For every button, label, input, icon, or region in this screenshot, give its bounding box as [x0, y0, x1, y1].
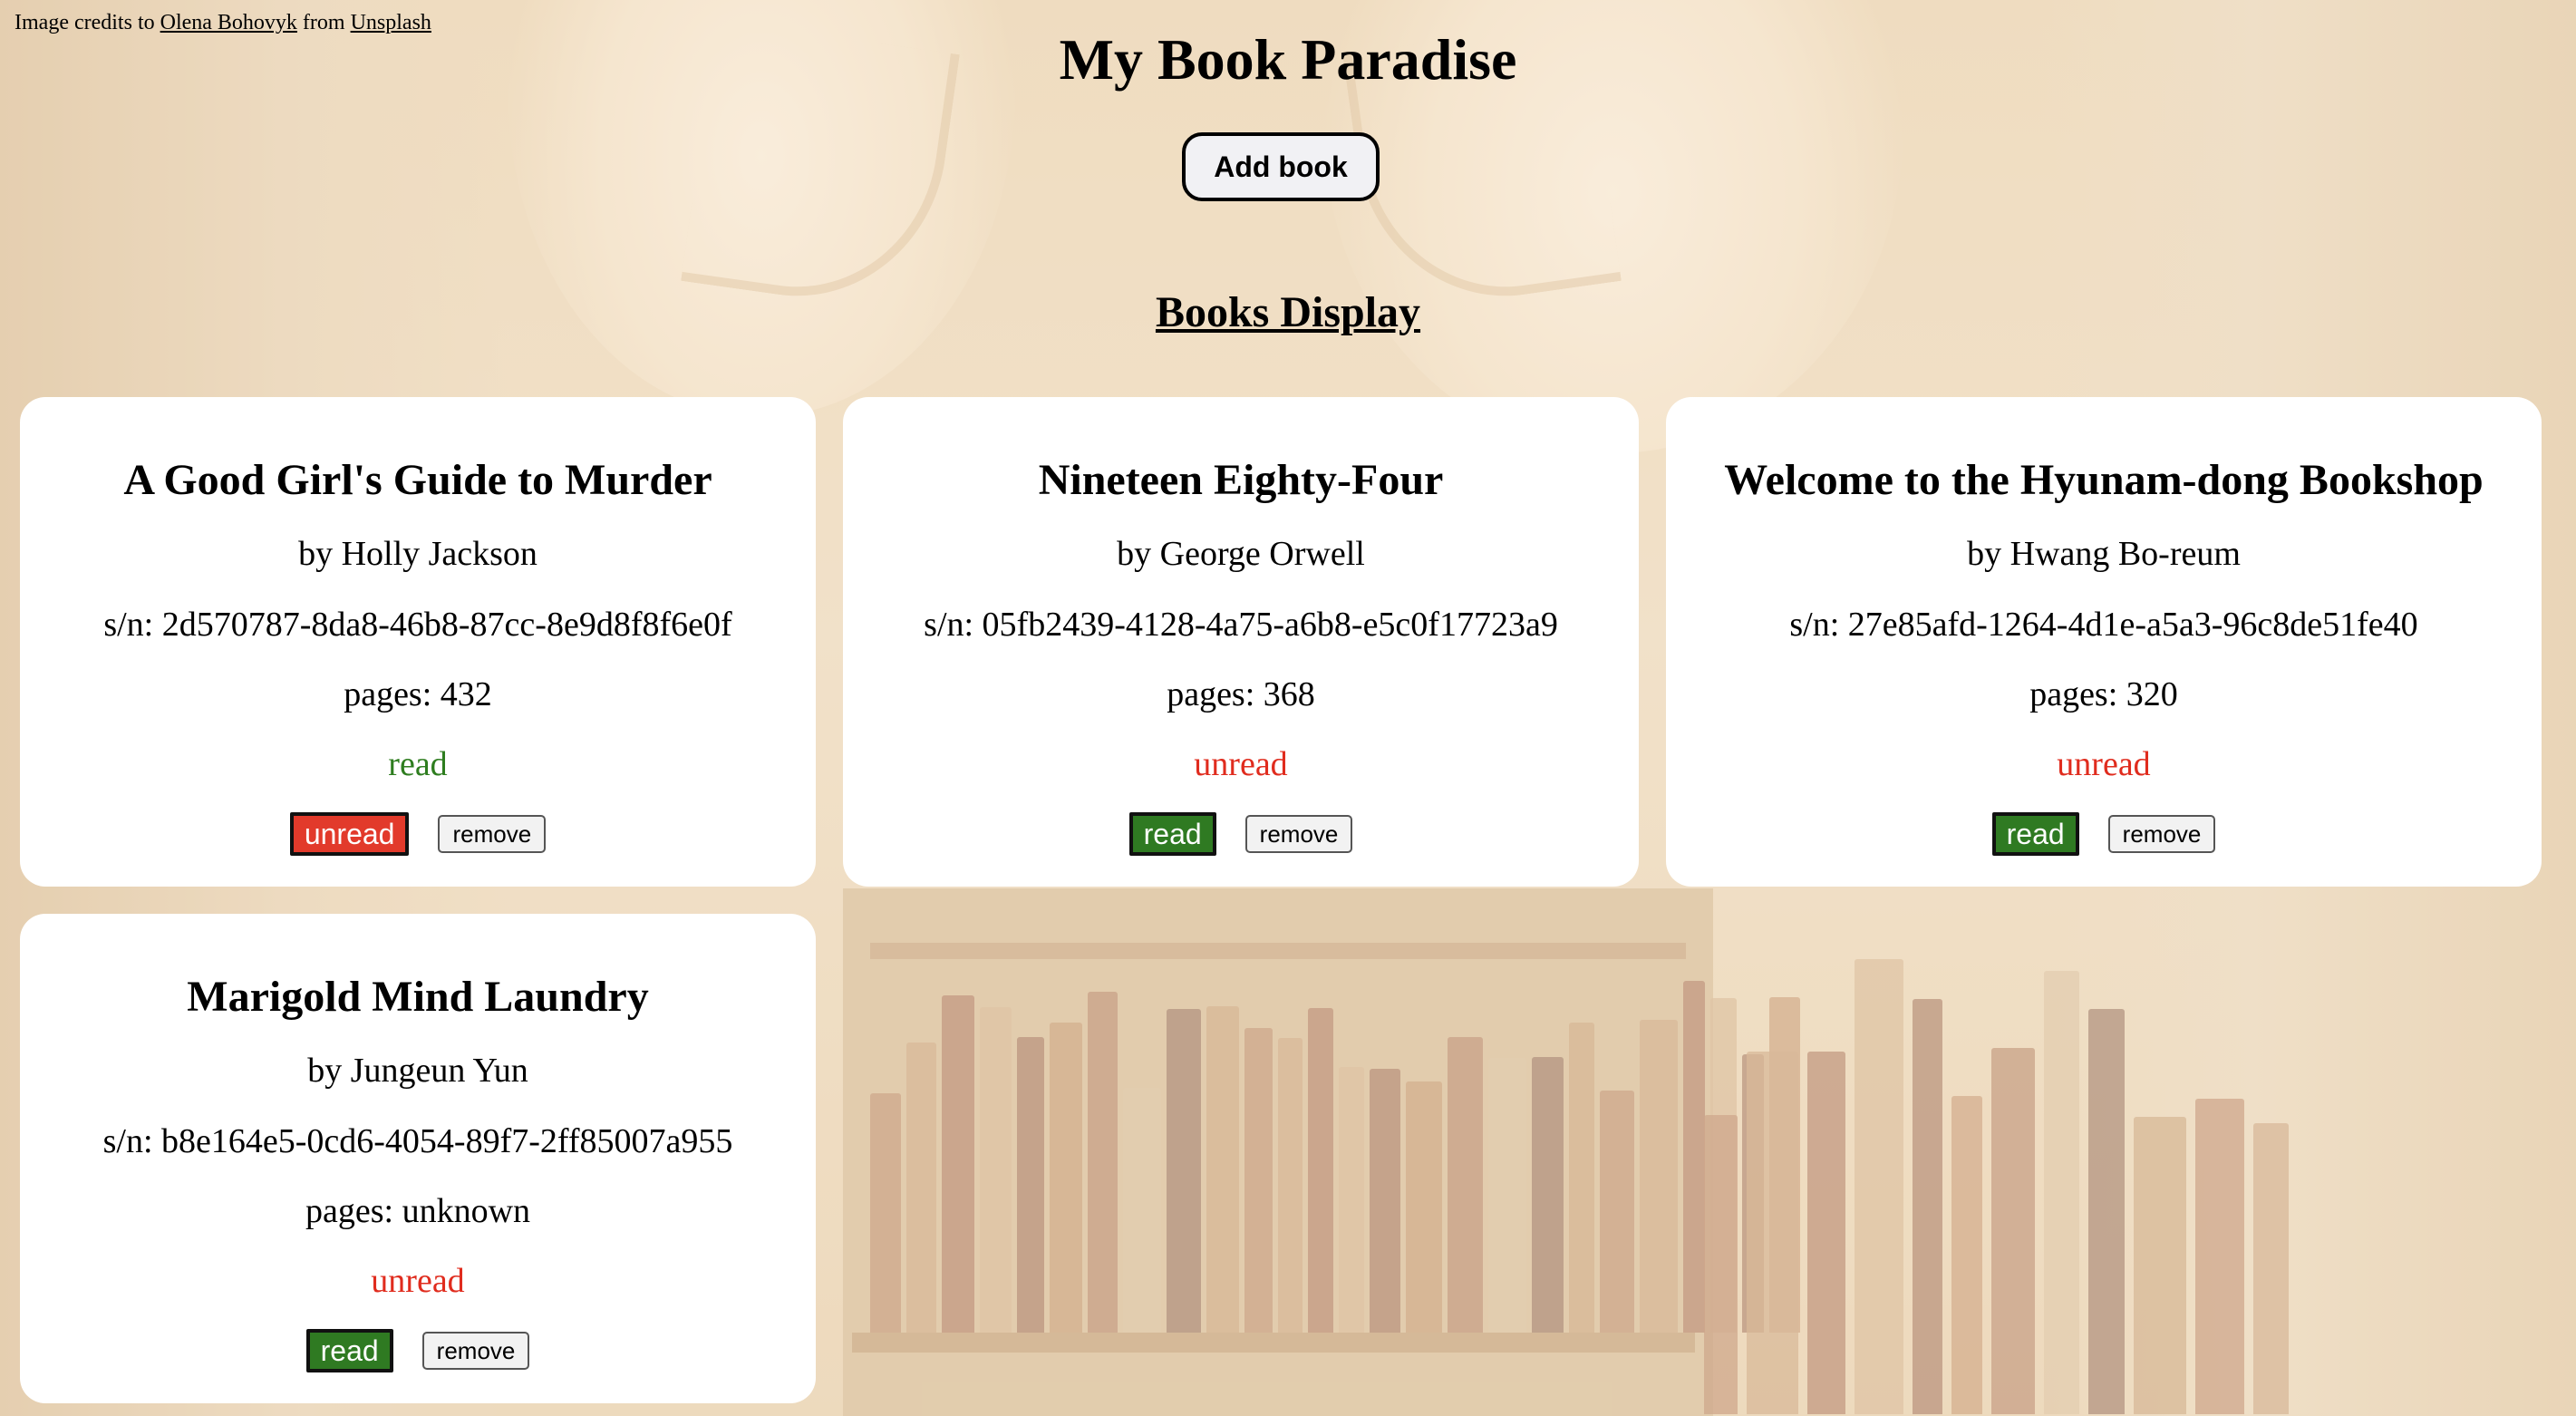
book-card: Welcome to the Hyunam-dong Bookshop by H… — [1666, 397, 2542, 887]
add-book-button[interactable]: Add book — [1182, 132, 1380, 201]
book-pages: pages: 368 — [1167, 675, 1315, 713]
book-title: Welcome to the Hyunam-dong Bookshop — [1724, 456, 2484, 504]
book-author: by George Orwell — [1117, 535, 1365, 573]
book-actions: unread remove — [20, 812, 816, 856]
book-title: Marigold Mind Laundry — [187, 973, 649, 1021]
book-read-status: unread — [1194, 745, 1288, 783]
remove-book-button[interactable]: remove — [438, 815, 547, 853]
mark-read-button[interactable]: read — [1128, 812, 1216, 856]
book-pages: pages: 320 — [2029, 675, 2178, 713]
book-read-status: read — [388, 745, 448, 783]
book-title: Nineteen Eighty-Four — [1038, 456, 1444, 504]
remove-book-button[interactable]: remove — [1244, 815, 1353, 853]
book-read-status: unread — [371, 1262, 465, 1300]
book-author: by Holly Jackson — [298, 535, 537, 573]
mark-read-button[interactable]: read — [1991, 812, 2079, 856]
book-author: by Jungeun Yun — [307, 1052, 528, 1090]
remove-book-button[interactable]: remove — [421, 1332, 530, 1370]
book-author: by Hwang Bo-reum — [1967, 535, 2241, 573]
book-pages: pages: unknown — [305, 1192, 531, 1230]
mark-unread-button[interactable]: unread — [289, 812, 410, 856]
remove-book-button[interactable]: remove — [2107, 815, 2216, 853]
book-actions: read remove — [20, 1329, 816, 1372]
book-serial-number: s/n: 05fb2439-4128-4a75-a6b8-e5c0f17723a… — [924, 606, 1558, 644]
mark-read-button[interactable]: read — [305, 1329, 393, 1372]
book-pages: pages: 432 — [344, 675, 492, 713]
book-serial-number: s/n: b8e164e5-0cd6-4054-89f7-2ff85007a95… — [102, 1122, 733, 1160]
book-serial-number: s/n: 27e85afd-1264-4d1e-a5a3-96c8de51fe4… — [1789, 606, 2418, 644]
section-title: Books Display — [1155, 288, 1421, 336]
book-card: Nineteen Eighty-Four by George Orwell s/… — [843, 397, 1639, 887]
book-actions: read remove — [843, 812, 1639, 856]
book-serial-number: s/n: 2d570787-8da8-46b8-87cc-8e9d8f8f6e0… — [103, 606, 732, 644]
book-actions: read remove — [1666, 812, 2542, 856]
book-title: A Good Girl's Guide to Murder — [123, 456, 712, 504]
page-title: My Book Paradise — [1059, 27, 1517, 92]
book-card: A Good Girl's Guide to Murder by Holly J… — [20, 397, 816, 887]
book-read-status: unread — [2057, 745, 2151, 783]
book-card: Marigold Mind Laundry by Jungeun Yun s/n… — [20, 914, 816, 1403]
